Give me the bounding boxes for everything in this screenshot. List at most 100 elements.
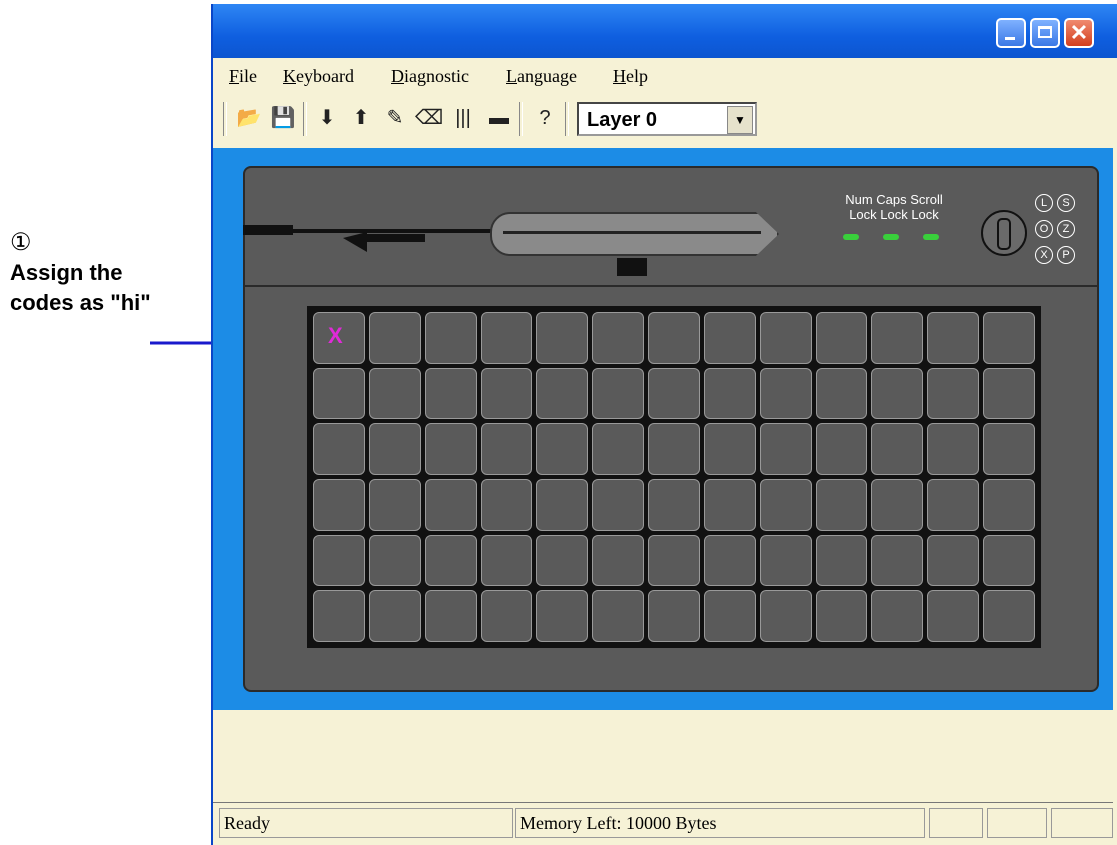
barcode-icon[interactable]: ||| (449, 104, 477, 132)
key-button[interactable] (983, 367, 1035, 420)
key-button[interactable] (648, 367, 700, 420)
key-button[interactable] (703, 534, 756, 587)
key-button[interactable] (703, 479, 756, 531)
key-button[interactable] (592, 534, 645, 587)
key-button[interactable] (480, 312, 533, 364)
key-button[interactable] (368, 367, 421, 420)
key-button[interactable] (815, 590, 868, 642)
key-button[interactable] (368, 479, 421, 531)
maximize-button[interactable] (1030, 18, 1060, 48)
key-button[interactable] (815, 312, 868, 364)
key-button[interactable] (313, 534, 365, 587)
key-button[interactable] (313, 590, 365, 642)
key-button[interactable] (983, 312, 1035, 364)
key-button[interactable] (871, 367, 924, 420)
key-button[interactable] (424, 479, 477, 531)
close-button[interactable]: ✕ (1064, 18, 1094, 48)
key-button[interactable] (424, 367, 477, 420)
key-button[interactable] (648, 590, 700, 642)
key-button[interactable] (480, 367, 533, 420)
key-button[interactable] (927, 534, 980, 587)
key-button[interactable] (815, 367, 868, 420)
key-button[interactable] (871, 590, 924, 642)
key-button[interactable] (815, 423, 868, 475)
key-lock-icon[interactable] (981, 210, 1027, 256)
magnetic-card-icon[interactable]: ▬ (485, 104, 513, 132)
layer-select[interactable]: Layer 0 ▼ (577, 102, 757, 136)
key-button[interactable] (927, 312, 980, 364)
key-button[interactable] (536, 479, 589, 531)
key-button[interactable] (815, 534, 868, 587)
key-button[interactable] (815, 479, 868, 531)
key-button[interactable] (648, 534, 700, 587)
key-button[interactable] (592, 479, 645, 531)
key-button[interactable] (871, 534, 924, 587)
menu-help[interactable]: Help (613, 66, 648, 87)
key-button[interactable] (703, 312, 756, 364)
key-button[interactable] (480, 534, 533, 587)
key-button[interactable] (703, 423, 756, 475)
key-button[interactable] (424, 590, 477, 642)
key-button[interactable] (424, 534, 477, 587)
key-button[interactable] (927, 423, 980, 475)
title-bar[interactable]: ✕ (213, 4, 1117, 58)
key-button[interactable] (871, 423, 924, 475)
menu-file[interactable]: File (229, 66, 257, 87)
key-button[interactable] (759, 367, 812, 420)
key-button[interactable] (536, 590, 589, 642)
key-button[interactable] (648, 312, 700, 364)
key-button[interactable] (536, 367, 589, 420)
key-button[interactable] (983, 479, 1035, 531)
key-button[interactable] (592, 423, 645, 475)
key-button[interactable] (759, 423, 812, 475)
chevron-down-icon[interactable]: ▼ (727, 106, 753, 134)
key-button[interactable] (927, 367, 980, 420)
key-button[interactable] (480, 590, 533, 642)
key-button[interactable] (759, 312, 812, 364)
key-button[interactable] (368, 312, 421, 364)
key-button[interactable] (368, 534, 421, 587)
key-button[interactable] (368, 423, 421, 475)
key-button[interactable] (313, 423, 365, 475)
key-button[interactable] (480, 479, 533, 531)
key-button[interactable] (927, 590, 980, 642)
key-button[interactable] (703, 590, 756, 642)
key-button[interactable]: X (313, 312, 365, 364)
test-icon[interactable]: ✎ (381, 104, 409, 132)
key-button[interactable] (759, 534, 812, 587)
key-button[interactable] (592, 590, 645, 642)
key-button[interactable] (536, 423, 589, 475)
key-button[interactable] (983, 423, 1035, 475)
magnetic-card-reader[interactable] (490, 212, 779, 256)
key-button[interactable] (759, 479, 812, 531)
menu-language[interactable]: Language (506, 66, 577, 87)
key-button[interactable] (424, 312, 477, 364)
key-button[interactable] (983, 534, 1035, 587)
minimize-button[interactable] (996, 18, 1026, 48)
key-button[interactable] (703, 367, 756, 420)
key-button[interactable] (313, 367, 365, 420)
key-button[interactable] (648, 423, 700, 475)
eraser-icon[interactable]: ⌫ (415, 104, 443, 132)
key-button[interactable] (536, 312, 589, 364)
key-button[interactable] (480, 423, 533, 475)
save-icon[interactable]: 💾 (269, 104, 297, 132)
key-button[interactable] (592, 367, 645, 420)
key-button[interactable] (313, 479, 365, 531)
menu-diagnostic[interactable]: Diagnostic (391, 66, 469, 87)
read-keyboard-icon[interactable]: ⬇ (313, 104, 341, 132)
key-button[interactable] (927, 479, 980, 531)
key-button[interactable] (424, 423, 477, 475)
open-icon[interactable]: 📂 (235, 104, 263, 132)
key-button[interactable] (536, 534, 589, 587)
key-button[interactable] (592, 312, 645, 364)
key-button[interactable] (983, 590, 1035, 642)
key-button[interactable] (368, 590, 421, 642)
help-icon[interactable]: ? (531, 104, 559, 132)
key-button[interactable] (871, 312, 924, 364)
menu-keyboard[interactable]: Keyboard (283, 66, 354, 87)
write-keyboard-icon[interactable]: ⬆ (347, 104, 375, 132)
key-button[interactable] (648, 479, 700, 531)
key-button[interactable] (871, 479, 924, 531)
key-button[interactable] (759, 590, 812, 642)
